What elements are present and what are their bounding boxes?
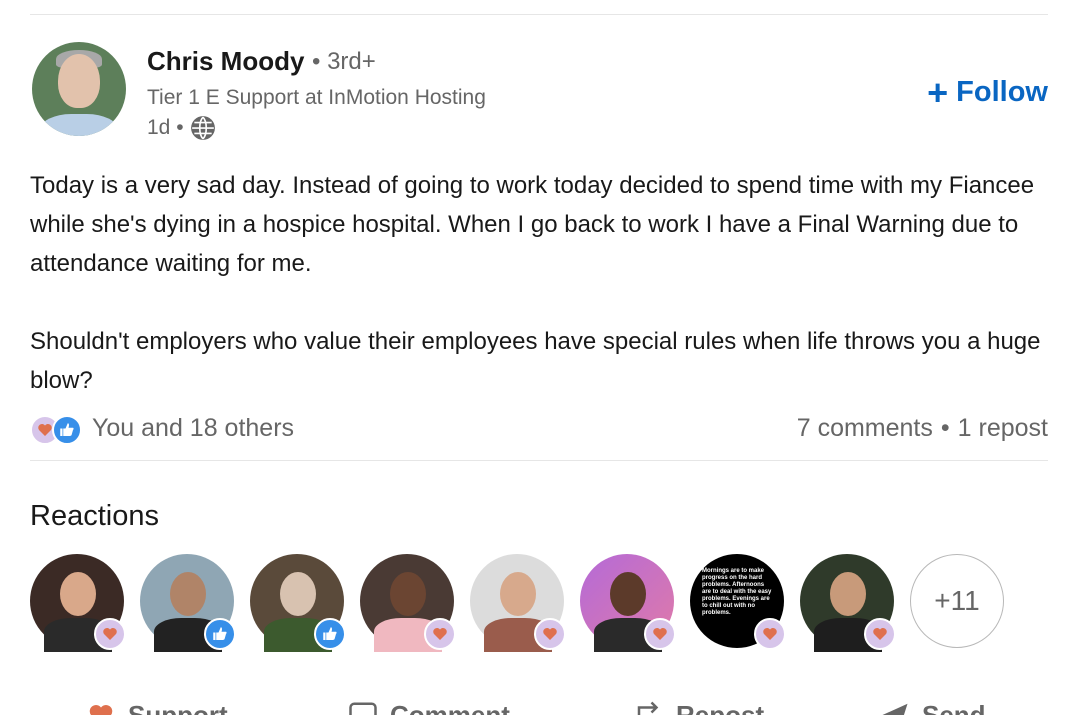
- send-action-label: Send: [922, 700, 986, 715]
- comment-icon: [349, 702, 377, 715]
- avatar-face: [58, 54, 100, 108]
- reactor-avatar[interactable]: [800, 554, 896, 652]
- avatar-shirt: [40, 114, 118, 136]
- comments-count[interactable]: 7 comments: [797, 414, 933, 443]
- reactions-title: Reactions: [30, 500, 159, 532]
- avatar-head: [60, 572, 96, 616]
- reactor-row: Mornings are to make progress on the har…: [30, 554, 1004, 652]
- action-bar: Support Comment Repost Send: [0, 696, 1072, 715]
- globe-icon: [190, 116, 215, 140]
- follow-label: Follow: [956, 76, 1048, 108]
- reactor-avatar[interactable]: [580, 554, 676, 652]
- comment-action-label: Comment: [390, 700, 510, 715]
- repost-action-button[interactable]: Repost: [632, 700, 764, 715]
- plus-icon: +: [927, 71, 949, 113]
- reactor-avatar[interactable]: [360, 554, 456, 652]
- post-time-row: 1d •: [147, 115, 216, 141]
- send-icon: [882, 703, 908, 715]
- more-reactors-button[interactable]: +11: [910, 554, 1004, 648]
- comment-action-button[interactable]: Comment: [346, 700, 510, 715]
- reposts-count[interactable]: 1 repost: [958, 414, 1048, 443]
- connection-degree: • 3rd+: [312, 48, 376, 75]
- avatar-head: [280, 572, 316, 616]
- reactors-count[interactable]: You and 18 others: [92, 414, 294, 443]
- engagement-counts: 7 comments • 1 repost: [797, 414, 1048, 443]
- mid-divider: [30, 460, 1048, 461]
- author-name[interactable]: Chris Moody: [147, 46, 304, 77]
- reactor-avatar[interactable]: [140, 554, 236, 652]
- reaction-icons[interactable]: [30, 415, 82, 445]
- support-badge-icon: [534, 618, 566, 650]
- follow-button[interactable]: + Follow: [927, 71, 1048, 113]
- support-action-label: Support: [128, 700, 228, 715]
- support-badge-icon: [424, 618, 456, 650]
- count-separator: •: [940, 414, 950, 442]
- send-action-button[interactable]: Send: [878, 700, 986, 715]
- author-headline: Tier 1 E Support at InMotion Hosting: [147, 86, 486, 109]
- like-reaction-icon: [52, 415, 82, 445]
- reactor-avatar[interactable]: [30, 554, 126, 652]
- avatar-head: [610, 572, 646, 616]
- post-text: Today is a very sad day. Instead of goin…: [30, 172, 1041, 394]
- avatar-head: [500, 572, 536, 616]
- heart-hand-icon: [89, 705, 113, 715]
- reactor-avatar[interactable]: Mornings are to make progress on the har…: [690, 554, 786, 650]
- reactor-avatar[interactable]: [250, 554, 346, 652]
- avatar-head: [830, 572, 866, 616]
- support-badge-icon: [644, 618, 676, 650]
- like-badge-icon: [204, 618, 236, 650]
- support-action-button[interactable]: Support: [84, 700, 228, 715]
- avatar-image-text: Mornings are to make progress on the har…: [702, 568, 772, 616]
- top-divider: [30, 14, 1048, 15]
- support-badge-icon: [864, 618, 896, 650]
- avatar-head: [390, 572, 426, 616]
- avatar-head: [170, 572, 206, 616]
- repost-icon: [637, 701, 659, 715]
- like-badge-icon: [314, 618, 346, 650]
- post-time: 1d •: [147, 116, 184, 139]
- reactor-avatar[interactable]: [470, 554, 566, 652]
- support-badge-icon: [754, 618, 786, 650]
- thumbs-up-icon: [60, 423, 74, 436]
- author-avatar[interactable]: [32, 42, 126, 136]
- support-badge-icon: [94, 618, 126, 650]
- repost-action-label: Repost: [676, 700, 765, 715]
